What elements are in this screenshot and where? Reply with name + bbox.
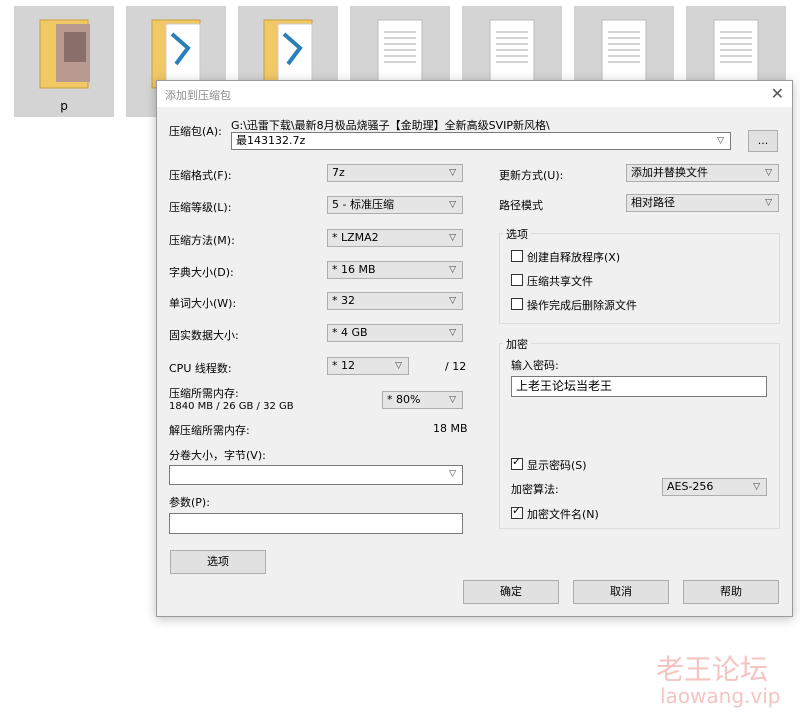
solid-value: * 4 GB <box>332 326 368 339</box>
chevron-down-icon: ▽ <box>449 328 456 338</box>
archive-name-combo[interactable]: 最143132.7z ▽ <box>231 132 731 150</box>
level-select[interactable]: 5 - 标准压缩 ▽ <box>327 196 463 214</box>
algorithm-select[interactable]: AES-256 ▽ <box>662 478 767 496</box>
show-password-checkbox[interactable]: ✓ <box>511 455 523 470</box>
level-value: 5 - 标准压缩 <box>332 198 394 211</box>
method-value: * LZMA2 <box>332 231 379 244</box>
ok-button[interactable]: 确定 <box>463 580 559 604</box>
desktop-item-label: p <box>60 99 68 113</box>
cpu-select[interactable]: * 12 ▽ <box>327 357 409 375</box>
level-label: 压缩等级(L): <box>169 201 232 214</box>
word-value: * 32 <box>332 294 355 307</box>
cpu-value: * 12 <box>332 359 355 372</box>
shared-checkbox[interactable] <box>511 274 523 286</box>
format-select[interactable]: 7z ▽ <box>327 164 463 182</box>
password-label: 输入密码: <box>511 359 559 372</box>
word-select[interactable]: * 32 ▽ <box>327 292 463 310</box>
params-input[interactable] <box>169 513 463 534</box>
memory-label: 压缩所需内存: <box>169 387 239 400</box>
dict-select[interactable]: * 16 MB ▽ <box>327 261 463 279</box>
archive-name-value: 最143132.7z <box>236 134 306 147</box>
method-label: 压缩方法(M): <box>169 234 235 247</box>
sfx-checkbox[interactable] <box>511 250 523 262</box>
chevron-down-icon: ▽ <box>449 233 456 243</box>
params-label: 参数(P): <box>169 496 210 509</box>
memory-value: * 80% <box>387 393 421 406</box>
chevron-down-icon: ▽ <box>765 198 772 208</box>
method-select[interactable]: * LZMA2 ▽ <box>327 229 463 247</box>
algorithm-value: AES-256 <box>667 480 714 493</box>
chevron-down-icon: ▽ <box>765 168 772 178</box>
cpu-label: CPU 线程数: <box>169 362 232 375</box>
update-label: 更新方式(U): <box>499 169 564 182</box>
desktop-item-p[interactable]: p <box>14 6 114 117</box>
chevron-down-icon: ▽ <box>717 136 724 146</box>
memory-detail: 1840 MB / 26 GB / 32 GB <box>169 401 294 412</box>
check-mark-icon: ✓ <box>512 504 522 517</box>
title-bar: 添加到压缩包 ✕ <box>157 81 792 107</box>
dialog-title: 添加到压缩包 <box>165 89 231 102</box>
chevron-down-icon: ▽ <box>449 200 456 210</box>
solid-select[interactable]: * 4 GB ▽ <box>327 324 463 342</box>
cancel-button[interactable]: 取消 <box>573 580 669 604</box>
encrypt-names-label: 加密文件名(N) <box>527 508 599 521</box>
delete-source-label: 操作完成后删除源文件 <box>527 299 637 312</box>
path-mode-label: 路径模式 <box>499 199 543 212</box>
chevron-down-icon: ▽ <box>395 361 402 371</box>
show-password-label: 显示密码(S) <box>527 459 587 472</box>
dict-label: 字典大小(D): <box>169 266 234 279</box>
options-button[interactable]: 选项 <box>170 550 266 574</box>
close-icon[interactable]: ✕ <box>771 84 784 103</box>
volume-combo[interactable]: ▽ <box>169 465 463 485</box>
memory-select[interactable]: * 80% ▽ <box>382 391 463 409</box>
watermark-text: 老王论坛 <box>656 653 769 686</box>
chevron-down-icon: ▽ <box>449 168 456 178</box>
algorithm-label: 加密算法: <box>511 483 559 496</box>
add-to-archive-dialog: 添加到压缩包 ✕ 压缩包(A): G:\迅雷下载\最新8月极品烧骚子【金助理】全… <box>156 80 793 617</box>
options-group-label: 选项 <box>503 226 531 242</box>
chevron-down-icon: ▽ <box>753 482 760 492</box>
update-select[interactable]: 添加并替换文件 ▽ <box>626 164 779 182</box>
shared-label: 压缩共享文件 <box>527 275 593 288</box>
browse-button[interactable]: ... <box>748 130 778 152</box>
chevron-down-icon: ▽ <box>449 296 456 306</box>
path-mode-select[interactable]: 相对路径 ▽ <box>626 194 779 212</box>
archive-path: G:\迅雷下载\最新8月极品烧骚子【金助理】全新高级SVIP新风格\ <box>231 119 550 132</box>
chevron-down-icon: ▽ <box>449 469 456 479</box>
format-label: 压缩格式(F): <box>169 169 232 182</box>
dict-value: * 16 MB <box>332 263 376 276</box>
watermark-url: laowang.vip <box>660 684 781 708</box>
encryption-group-label: 加密 <box>503 336 531 352</box>
archive-label: 压缩包(A): <box>169 125 222 138</box>
word-label: 单词大小(W): <box>169 297 237 310</box>
update-value: 添加并替换文件 <box>631 166 708 179</box>
decompress-memory-value: 18 MB <box>433 422 468 435</box>
format-value: 7z <box>332 166 345 179</box>
help-button[interactable]: 帮助 <box>683 580 779 604</box>
volume-label: 分卷大小，字节(V): <box>169 449 266 462</box>
decompress-memory-label: 解压缩所需内存: <box>169 424 250 437</box>
check-mark-icon: ✓ <box>512 455 522 468</box>
solid-label: 固实数据大小: <box>169 329 239 342</box>
chevron-down-icon: ▽ <box>449 265 456 275</box>
path-mode-value: 相对路径 <box>631 196 675 209</box>
chevron-down-icon: ▽ <box>449 395 456 405</box>
cpu-max: / 12 <box>445 360 467 373</box>
delete-source-checkbox[interactable] <box>511 298 523 310</box>
encrypt-names-checkbox[interactable]: ✓ <box>511 504 523 519</box>
sfx-label: 创建自释放程序(X) <box>527 251 621 264</box>
password-input[interactable]: 上老王论坛当老王 <box>511 376 767 397</box>
photo-folder-icon <box>39 19 90 89</box>
